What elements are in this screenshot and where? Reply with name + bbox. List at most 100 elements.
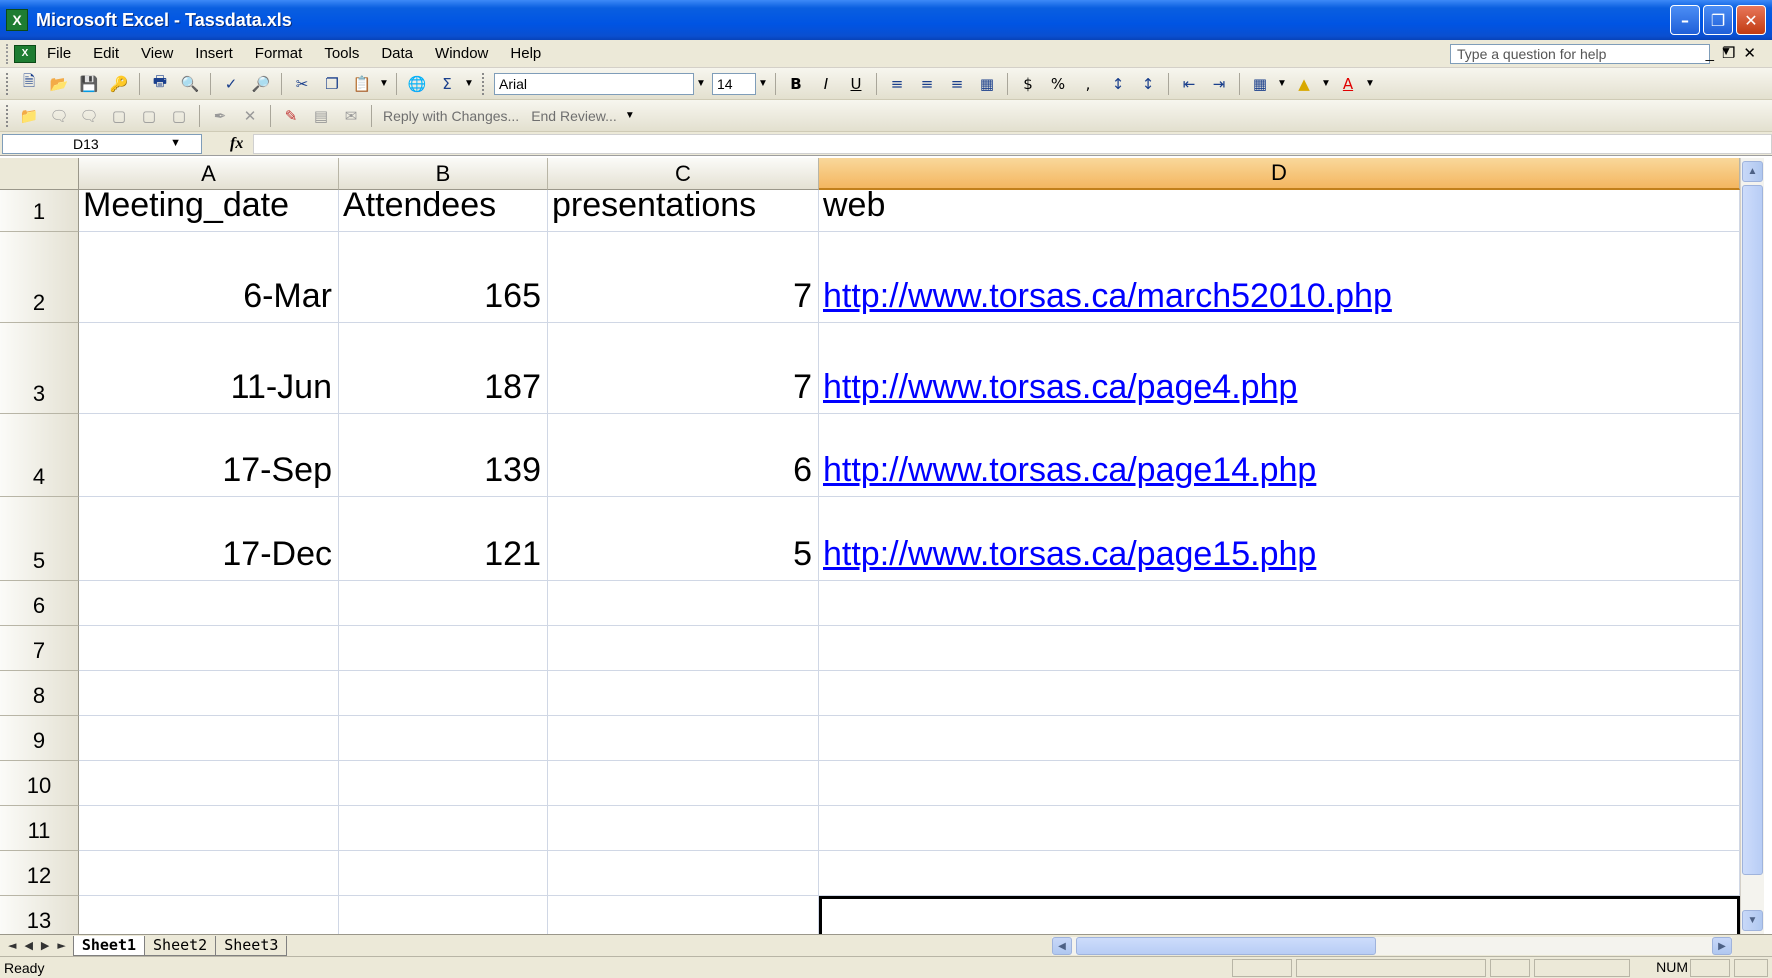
chevron-down-icon[interactable]: ▼ — [377, 78, 391, 89]
previous-comment-icon[interactable]: 🗨 — [46, 104, 72, 128]
vertical-scrollbar[interactable]: ▲ ▼ — [1740, 158, 1764, 934]
cell-b1[interactable]: Attendees — [339, 186, 548, 232]
autosum-icon[interactable]: Σ — [434, 72, 460, 96]
cell-c11[interactable] — [548, 806, 819, 851]
chevron-down-icon[interactable]: ▼ — [170, 137, 181, 149]
cut-icon[interactable]: ✂ — [289, 72, 315, 96]
italic-icon[interactable]: I — [813, 72, 839, 96]
menu-help[interactable]: Help — [499, 45, 552, 62]
bold-icon[interactable]: B — [783, 72, 809, 96]
cell-a3[interactable]: 11-Jun — [79, 323, 339, 414]
restore-button[interactable]: ❐ — [1703, 5, 1733, 35]
cell-b11[interactable] — [339, 806, 548, 851]
menu-data[interactable]: Data — [370, 45, 424, 62]
scroll-left-icon[interactable]: ◀ — [1052, 937, 1072, 955]
cell-b12[interactable] — [339, 851, 548, 896]
next-comment-icon[interactable]: 🗨 — [76, 104, 102, 128]
excel-app-icon[interactable]: X — [6, 9, 28, 31]
toolbar-grip[interactable] — [6, 72, 10, 95]
row-header-9[interactable]: 9 — [0, 716, 79, 761]
research-icon[interactable]: 🔎 — [248, 72, 274, 96]
cell-c6[interactable] — [548, 581, 819, 626]
vertical-scroll-thumb[interactable] — [1742, 185, 1763, 875]
workbook-icon[interactable]: X — [14, 44, 36, 63]
chevron-down-icon[interactable]: ▼ — [1363, 78, 1377, 89]
percent-icon[interactable]: % — [1045, 72, 1071, 96]
cell-c12[interactable] — [548, 851, 819, 896]
cell-b5[interactable]: 121 — [339, 497, 548, 581]
workbook-window-controls[interactable]: _❐✕ — [1706, 44, 1764, 62]
merge-center-icon[interactable]: ▦ — [974, 72, 1000, 96]
cell-d5-link[interactable]: http://www.torsas.ca/page15.php — [819, 497, 1740, 581]
cell-d8[interactable] — [819, 671, 1740, 716]
cell-b9[interactable] — [339, 716, 548, 761]
underline-icon[interactable]: U — [843, 72, 869, 96]
sheet-tab-sheet3[interactable]: Sheet3 — [215, 935, 288, 956]
hyperlink-icon[interactable]: 🌐 — [404, 72, 430, 96]
cell-b4[interactable]: 139 — [339, 414, 548, 497]
track-changes-icon[interactable]: ✎ — [278, 104, 304, 128]
cell-c2[interactable]: 7 — [548, 232, 819, 323]
row-header-7[interactable]: 7 — [0, 626, 79, 671]
cell-d2-link[interactable]: http://www.torsas.ca/march52010.php — [819, 232, 1740, 323]
open-icon[interactable]: 📂 — [46, 72, 72, 96]
cell-a8[interactable] — [79, 671, 339, 716]
ink-icon[interactable]: ✒ — [207, 104, 233, 128]
menu-format[interactable]: Format — [244, 45, 314, 62]
chevron-down-icon[interactable]: ▼ — [694, 78, 708, 89]
cell-d9[interactable] — [819, 716, 1740, 761]
update-file-icon[interactable]: ▤ — [308, 104, 334, 128]
align-right-icon[interactable]: ≡ — [944, 72, 970, 96]
align-left-icon[interactable]: ≡ — [884, 72, 910, 96]
increase-indent-icon[interactable]: ⇥ — [1206, 72, 1232, 96]
spelling-icon[interactable]: ✓ — [218, 72, 244, 96]
row-header-13[interactable]: 13 — [0, 896, 79, 934]
cell-a9[interactable] — [79, 716, 339, 761]
menu-grip[interactable] — [6, 43, 10, 64]
scroll-right-icon[interactable]: ▶ — [1712, 937, 1732, 955]
name-box[interactable]: D13 ▼ — [2, 133, 202, 154]
menu-edit[interactable]: Edit — [82, 45, 130, 62]
decrease-indent-icon[interactable]: ⇤ — [1176, 72, 1202, 96]
cell-a1[interactable]: Meeting_date — [79, 186, 339, 232]
menu-view[interactable]: View — [130, 45, 184, 62]
menu-window[interactable]: Window — [424, 45, 499, 62]
copy-icon[interactable]: ❐ — [319, 72, 345, 96]
font-name-select[interactable]: Arial — [494, 72, 694, 95]
reply-with-changes-button[interactable]: Reply with Changes... — [383, 108, 519, 124]
row-header-2[interactable]: 2 — [0, 232, 79, 323]
cell-a2[interactable]: 6-Mar — [79, 232, 339, 323]
end-review-button[interactable]: End Review... — [531, 108, 617, 124]
cell-c7[interactable] — [548, 626, 819, 671]
row-header-6[interactable]: 6 — [0, 581, 79, 626]
chevron-down-icon[interactable]: ▼ — [1319, 78, 1333, 89]
font-color-icon[interactable]: A — [1335, 72, 1361, 96]
comma-icon[interactable]: , — [1075, 72, 1101, 96]
close-button[interactable]: ✕ — [1736, 5, 1766, 35]
show-all-comments-icon[interactable]: ▢ — [136, 104, 162, 128]
cell-d11[interactable] — [819, 806, 1740, 851]
save-icon[interactable]: 💾 — [76, 72, 102, 96]
sheet-tab-sheet1[interactable]: Sheet1 — [72, 935, 146, 956]
horizontal-scrollbar[interactable]: ◀ ▶ — [1052, 937, 1732, 955]
row-header-12[interactable]: 12 — [0, 851, 79, 896]
fill-color-icon[interactable]: ▲ — [1291, 72, 1317, 96]
chevron-down-icon[interactable]: ▼ — [756, 78, 770, 89]
permission-icon[interactable]: 🔑 — [106, 72, 132, 96]
chevron-down-icon[interactable]: ▼ — [623, 110, 637, 121]
cell-b8[interactable] — [339, 671, 548, 716]
cell-d13-active[interactable] — [819, 896, 1740, 934]
row-header-1[interactable]: 1 — [0, 190, 79, 232]
cell-c10[interactable] — [548, 761, 819, 806]
row-header-10[interactable]: 10 — [0, 761, 79, 806]
align-center-icon[interactable]: ≡ — [914, 72, 940, 96]
help-search-input[interactable]: Type a question for help — [1450, 44, 1710, 64]
cell-b13[interactable] — [339, 896, 548, 934]
menu-file[interactable]: File — [36, 45, 82, 62]
cell-a4[interactable]: 17-Sep — [79, 414, 339, 497]
cell-d3-link[interactable]: http://www.torsas.ca/page4.php — [819, 323, 1740, 414]
print-icon[interactable]: 🖶 — [147, 72, 173, 96]
cell-c9[interactable] — [548, 716, 819, 761]
borders-icon[interactable]: ▦ — [1247, 72, 1273, 96]
cell-a13[interactable] — [79, 896, 339, 934]
